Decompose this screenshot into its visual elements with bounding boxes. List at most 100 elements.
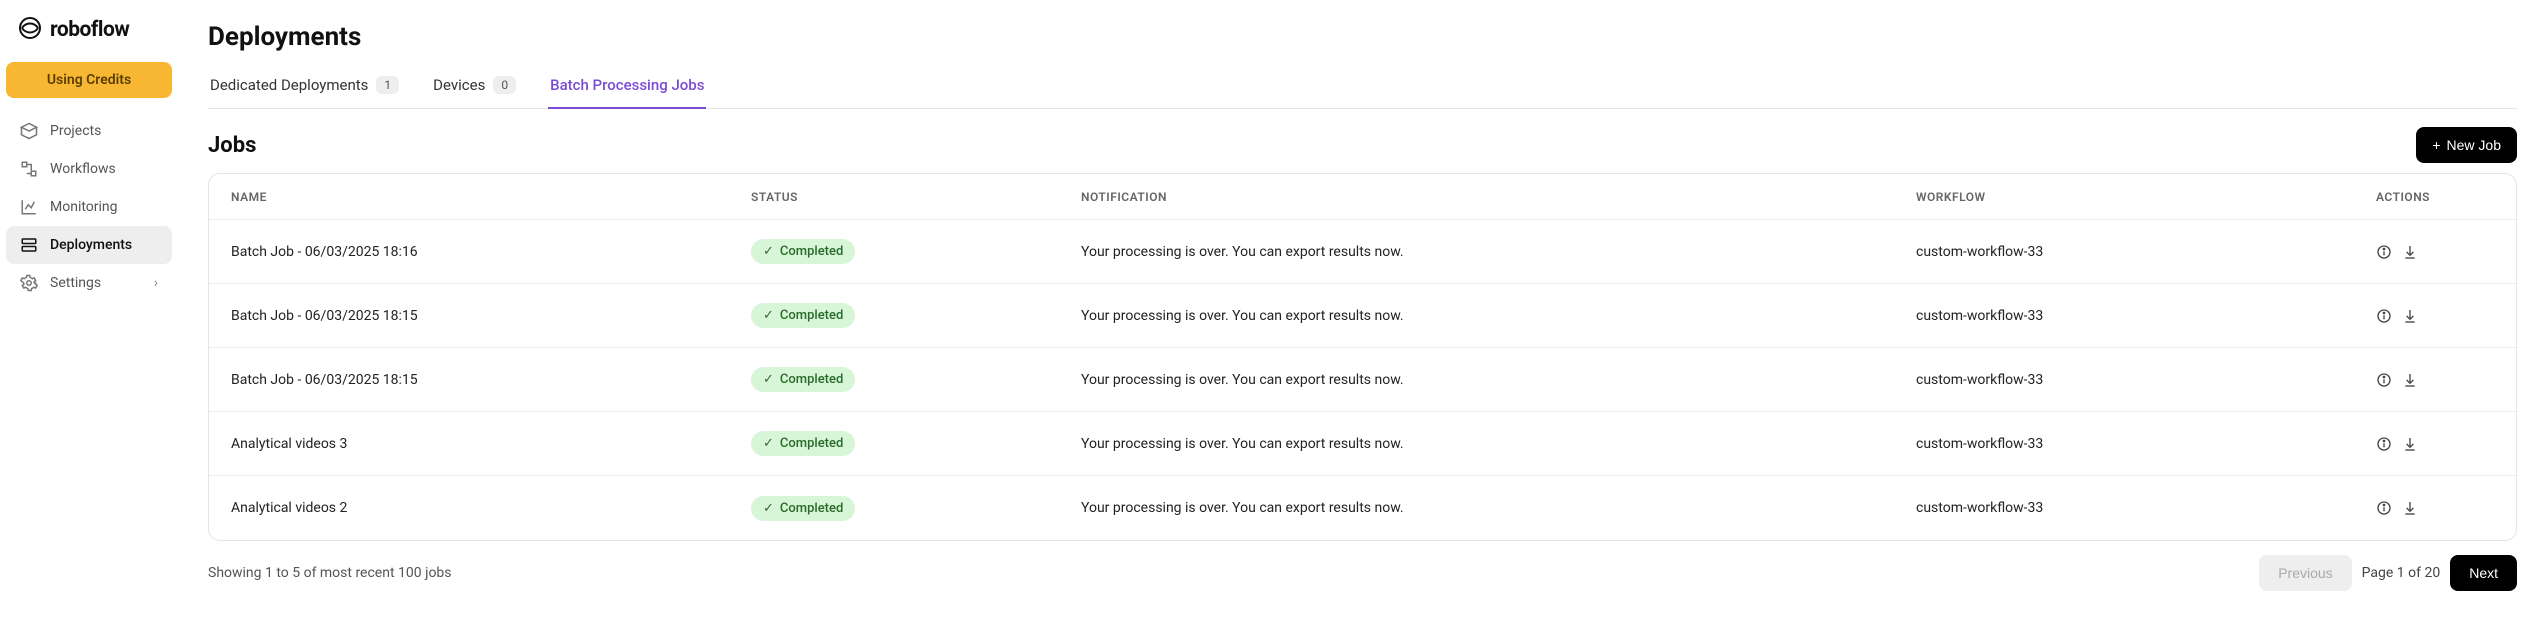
download-icon[interactable]: [2402, 500, 2418, 516]
cell-name: Analytical videos 2: [231, 500, 751, 516]
cell-notification: Your processing is over. You can export …: [1081, 244, 1916, 260]
cell-notification: Your processing is over. You can export …: [1081, 436, 1916, 452]
cell-status: ✓ Completed: [751, 367, 1081, 392]
table-row: Batch Job - 06/03/2025 18:16 ✓ Completed Yo…: [209, 220, 2516, 284]
cell-name: Batch Job - 06/03/2025 18:15: [231, 372, 751, 388]
table-row: Batch Job - 06/03/2025 18:15 ✓ Completed Yo…: [209, 348, 2516, 412]
section-head: Jobs + New Job: [208, 127, 2517, 163]
brand-logo-icon: [18, 16, 42, 44]
info-icon[interactable]: [2376, 372, 2392, 388]
check-icon: ✓: [763, 244, 774, 259]
sidebar-item-workflows[interactable]: Workflows: [6, 150, 172, 188]
cell-workflow: custom-workflow-33: [1916, 372, 2376, 388]
table-header-row: NAME STATUS NOTIFICATION WORKFLOW ACTION…: [209, 174, 2516, 220]
check-icon: ✓: [763, 501, 774, 516]
cell-status: ✓ Completed: [751, 496, 1081, 521]
header-status: STATUS: [751, 190, 1081, 204]
chevron-right-icon: ›: [154, 275, 158, 291]
cube-icon: [20, 122, 38, 140]
brand-name: roboflow: [50, 18, 129, 42]
cell-actions: [2376, 436, 2456, 452]
tab-devices[interactable]: Devices 0: [431, 66, 518, 108]
main-content: Deployments Dedicated Deployments 1 Devi…: [178, 0, 2547, 628]
cell-name: Analytical videos 3: [231, 436, 751, 452]
status-text: Completed: [780, 244, 843, 259]
header-actions: ACTIONS: [2376, 190, 2456, 204]
status-text: Completed: [780, 308, 843, 323]
table-row: Analytical videos 2 ✓ Completed Your proces…: [209, 476, 2516, 540]
sidebar-item-settings[interactable]: Settings ›: [6, 264, 172, 302]
info-icon[interactable]: [2376, 500, 2392, 516]
cell-actions: [2376, 372, 2456, 388]
cell-notification: Your processing is over. You can export …: [1081, 372, 1916, 388]
cell-actions: [2376, 308, 2456, 324]
info-icon[interactable]: [2376, 436, 2392, 452]
header-notification: NOTIFICATION: [1081, 190, 1916, 204]
new-job-button[interactable]: + New Job: [2416, 127, 2517, 163]
check-icon: ✓: [763, 308, 774, 323]
download-icon[interactable]: [2402, 244, 2418, 260]
cell-status: ✓ Completed: [751, 239, 1081, 264]
sidebar-item-label: Workflows: [50, 161, 116, 177]
cell-workflow: custom-workflow-33: [1916, 308, 2376, 324]
cell-actions: [2376, 500, 2456, 516]
server-icon: [20, 236, 38, 254]
status-text: Completed: [780, 372, 843, 387]
download-icon[interactable]: [2402, 308, 2418, 324]
cell-notification: Your processing is over. You can export …: [1081, 500, 1916, 516]
table-footer: Showing 1 to 5 of most recent 100 jobs P…: [208, 555, 2517, 591]
sidebar-item-label: Settings: [50, 275, 101, 291]
tab-label: Devices: [433, 76, 485, 94]
credits-badge[interactable]: Using Credits: [6, 62, 172, 98]
sidebar-item-deployments[interactable]: Deployments: [6, 226, 172, 264]
sidebar-item-projects[interactable]: Projects: [6, 112, 172, 150]
tab-dedicated-deployments[interactable]: Dedicated Deployments 1: [208, 66, 401, 108]
page-title: Deployments: [208, 22, 2517, 52]
status-badge: ✓ Completed: [751, 303, 855, 328]
jobs-table: NAME STATUS NOTIFICATION WORKFLOW ACTION…: [208, 173, 2517, 541]
new-job-label: New Job: [2447, 137, 2501, 153]
plus-icon: +: [2432, 137, 2440, 153]
tab-batch-processing-jobs[interactable]: Batch Processing Jobs: [548, 66, 706, 108]
table-row: Analytical videos 3 ✓ Completed Your proces…: [209, 412, 2516, 476]
cell-notification: Your processing is over. You can export …: [1081, 308, 1916, 324]
cell-status: ✓ Completed: [751, 303, 1081, 328]
chart-icon: [20, 198, 38, 216]
sidebar-item-label: Deployments: [50, 237, 132, 253]
next-button[interactable]: Next: [2450, 555, 2517, 591]
gear-icon: [20, 274, 38, 292]
tab-label: Dedicated Deployments: [210, 76, 368, 94]
brand[interactable]: roboflow: [6, 10, 172, 62]
cell-actions: [2376, 244, 2456, 260]
tab-count: 1: [376, 76, 399, 94]
section-title: Jobs: [208, 133, 256, 158]
page-indicator: Page 1 of 20: [2362, 565, 2441, 581]
check-icon: ✓: [763, 372, 774, 387]
cell-name: Batch Job - 06/03/2025 18:16: [231, 244, 751, 260]
flow-icon: [20, 160, 38, 178]
cell-workflow: custom-workflow-33: [1916, 500, 2376, 516]
tab-label: Batch Processing Jobs: [550, 76, 704, 94]
header-workflow: WORKFLOW: [1916, 190, 2376, 204]
cell-status: ✓ Completed: [751, 431, 1081, 456]
download-icon[interactable]: [2402, 372, 2418, 388]
status-text: Completed: [780, 501, 843, 516]
sidebar-item-monitoring[interactable]: Monitoring: [6, 188, 172, 226]
status-badge: ✓ Completed: [751, 431, 855, 456]
previous-button[interactable]: Previous: [2259, 555, 2351, 591]
pager: Previous Page 1 of 20 Next: [2259, 555, 2517, 591]
tab-count: 0: [493, 76, 516, 94]
cell-name: Batch Job - 06/03/2025 18:15: [231, 308, 751, 324]
check-icon: ✓: [763, 436, 774, 451]
download-icon[interactable]: [2402, 436, 2418, 452]
tabs: Dedicated Deployments 1 Devices 0 Batch …: [208, 66, 2517, 109]
sidebar-item-label: Monitoring: [50, 199, 118, 215]
table-summary: Showing 1 to 5 of most recent 100 jobs: [208, 565, 452, 581]
info-icon[interactable]: [2376, 308, 2392, 324]
status-badge: ✓ Completed: [751, 239, 855, 264]
table-row: Batch Job - 06/03/2025 18:15 ✓ Completed Yo…: [209, 284, 2516, 348]
status-text: Completed: [780, 436, 843, 451]
sidebar: roboflow Using Credits Projects Workflow…: [0, 0, 178, 628]
info-icon[interactable]: [2376, 244, 2392, 260]
header-name: NAME: [231, 190, 751, 204]
